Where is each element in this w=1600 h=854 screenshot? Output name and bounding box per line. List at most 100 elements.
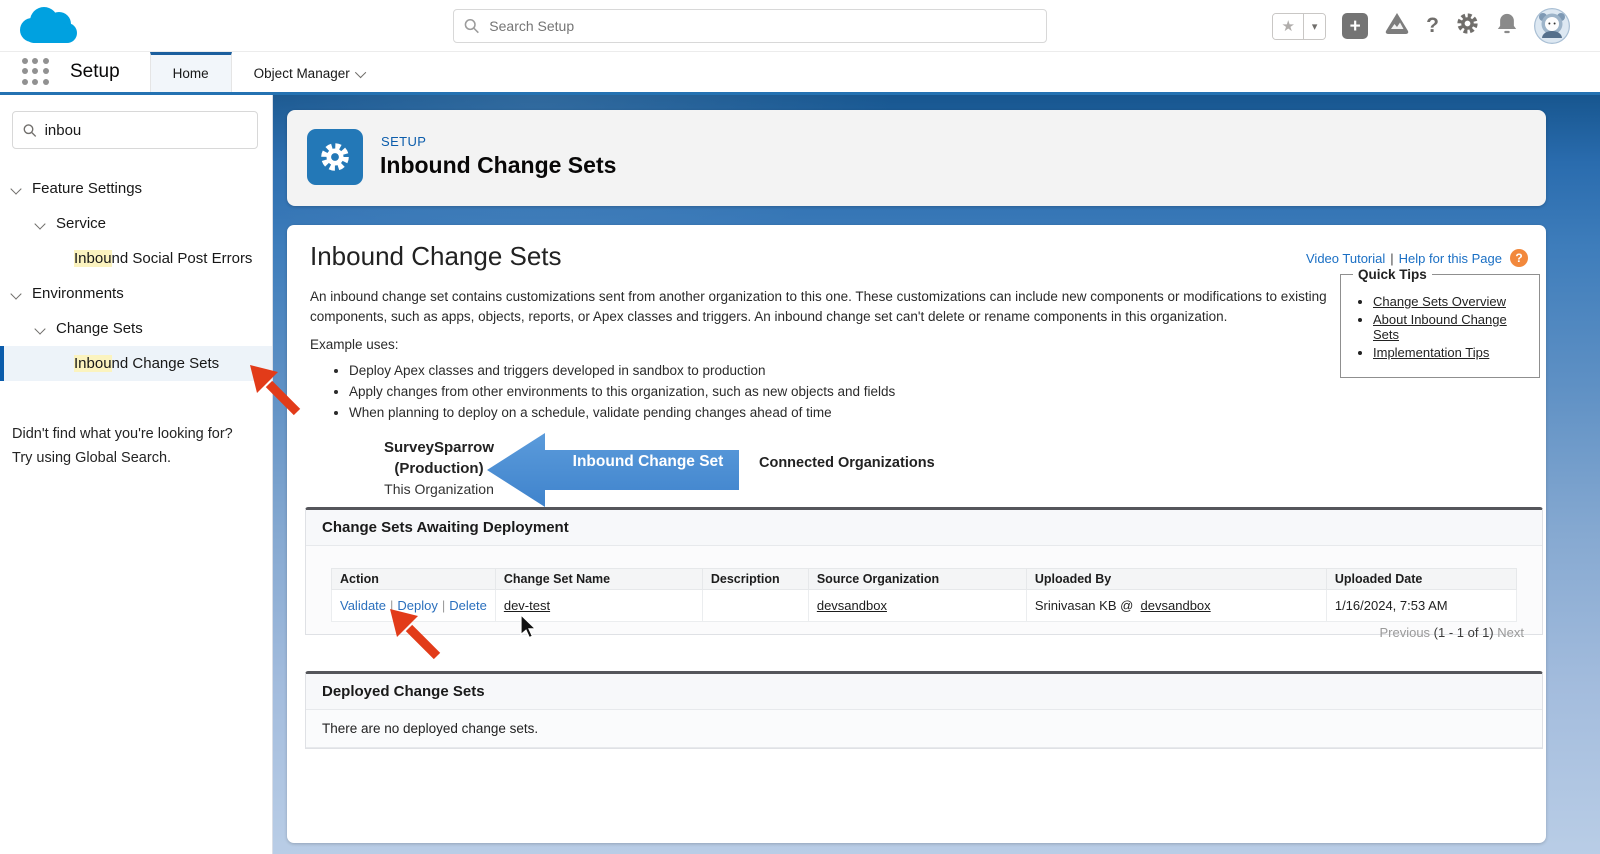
salesforce-logo-icon[interactable] <box>14 3 80 54</box>
pagination-range: (1 - 1 of 1) <box>1434 625 1494 640</box>
uploaded-date-cell: 1/16/2024, 7:53 AM <box>1326 590 1516 622</box>
tree-label: Environments <box>32 285 124 302</box>
inbound-diagram: SurveySparrow (Production) This Organiza… <box>287 423 1546 518</box>
list-item: Deploy Apex classes and triggers develop… <box>349 361 895 380</box>
tab-home-label: Home <box>173 66 209 81</box>
section-title: Inbound Change Sets <box>310 241 562 272</box>
global-search[interactable] <box>453 9 1047 43</box>
video-tutorial-link[interactable]: Video Tutorial <box>1306 251 1385 266</box>
about-inbound-change-sets-link[interactable]: About Inbound Change Sets <box>1373 312 1507 342</box>
tree-label: Inbound Change Sets <box>74 355 219 372</box>
search-icon <box>464 18 479 34</box>
change-set-name-link[interactable]: dev-test <box>504 598 550 613</box>
change-set-name-cell: dev-test <box>495 590 702 622</box>
quick-create-icon[interactable]: + <box>1342 13 1368 39</box>
next-link[interactable]: Next <box>1497 625 1524 640</box>
tree-label: Change Sets <box>56 320 143 337</box>
deployed-empty-message: There are no deployed change sets. <box>306 710 1542 748</box>
tree-label: Feature Settings <box>32 180 142 197</box>
sidebar-item-service[interactable]: Service <box>0 206 272 241</box>
connected-organizations-label: Connected Organizations <box>759 455 935 471</box>
deployed-section-title: Deployed Change Sets <box>306 674 1542 710</box>
col-action: Action <box>332 569 496 590</box>
user-avatar[interactable] <box>1534 8 1570 44</box>
action-cell: Validate|Deploy|Delete <box>332 590 496 622</box>
implementation-tips-link[interactable]: Implementation Tips <box>1373 345 1489 360</box>
intro-paragraph: An inbound change set contains customiza… <box>310 287 1328 328</box>
star-icon[interactable]: ★ <box>1273 14 1303 39</box>
help-for-this-page-link[interactable]: Help for this Page <box>1399 251 1502 266</box>
list-item: Change Sets Overview <box>1373 294 1529 309</box>
col-uploaded-date: Uploaded Date <box>1326 569 1516 590</box>
quick-tips-title: Quick Tips <box>1353 267 1432 282</box>
col-description: Description <box>702 569 808 590</box>
chevron-down-icon[interactable] <box>10 288 21 299</box>
previous-link[interactable]: Previous <box>1379 625 1430 640</box>
setup-nav-bar: Setup Home Object Manager <box>0 52 1600 95</box>
sidebar-item-environments[interactable]: Environments <box>0 276 272 311</box>
list-item: Implementation Tips <box>1373 345 1529 360</box>
page-title: Inbound Change Sets <box>380 152 616 179</box>
deploy-link[interactable]: Deploy <box>397 598 437 613</box>
guidance-center-icon[interactable] <box>1384 11 1410 42</box>
list-item: When planning to deploy on a schedule, v… <box>349 403 895 422</box>
sidebar-item-inbound-social-post-errors[interactable]: Inbound Social Post Errors <box>0 241 272 276</box>
tab-home[interactable]: Home <box>150 52 232 92</box>
sidebar-not-found-note: Didn't find what you're looking for? Try… <box>12 423 258 471</box>
setup-gear-icon[interactable] <box>1455 11 1480 41</box>
search-icon <box>23 123 37 138</box>
awaiting-section-body: Action Change Set Name Description Sourc… <box>306 546 1542 634</box>
header-icons: ★ ▾ + ? <box>1272 0 1570 52</box>
list-item: About Inbound Change Sets <box>1373 312 1529 342</box>
sidebar-item-feature-settings[interactable]: Feature Settings <box>0 171 272 206</box>
source-organization-cell: devsandbox <box>808 590 1026 622</box>
setup-gear-tile-icon <box>307 129 363 185</box>
help-links: Video Tutorial | Help for this Page ? <box>1306 249 1528 267</box>
tree-label: Service <box>56 215 106 232</box>
help-icon[interactable]: ? <box>1426 14 1439 38</box>
setup-eyebrow: SETUP <box>381 134 426 149</box>
help-question-badge-icon[interactable]: ? <box>1510 249 1528 267</box>
table-header-row: Action Change Set Name Description Sourc… <box>332 569 1517 590</box>
content-area: SETUP Inbound Change Sets Inbound Change… <box>273 95 1600 854</box>
global-header: ★ ▾ + ? <box>0 0 1600 52</box>
tree-label: Inbound Social Post Errors <box>74 250 252 267</box>
awaiting-deployment-section: Change Sets Awaiting Deployment Action C… <box>305 507 1543 635</box>
sidebar-search-input[interactable] <box>45 122 247 139</box>
col-source-organization: Source Organization <box>808 569 1026 590</box>
link-separator: | <box>1390 251 1393 266</box>
chevron-down-icon[interactable] <box>10 183 21 194</box>
delete-link[interactable]: Delete <box>449 598 487 613</box>
awaiting-section-title: Change Sets Awaiting Deployment <box>306 510 1542 546</box>
uploaded-by-org-link[interactable]: devsandbox <box>1141 598 1211 613</box>
chevron-down-icon <box>355 66 366 77</box>
setup-sidebar: Feature Settings Service Inbound Social … <box>0 95 273 854</box>
col-change-set-name: Change Set Name <box>495 569 702 590</box>
quick-tips-box: Quick Tips Change Sets Overview About In… <box>1340 267 1540 378</box>
salesforce-setup-app: ★ ▾ + ? <box>0 0 1600 854</box>
page-header-card: SETUP Inbound Change Sets <box>287 110 1546 206</box>
example-uses-label: Example uses: <box>310 337 399 352</box>
sidebar-search[interactable] <box>12 111 258 149</box>
main-card: Inbound Change Sets Video Tutorial | Hel… <box>287 225 1546 843</box>
chevron-down-icon[interactable] <box>34 218 45 229</box>
example-uses-list: Deploy Apex classes and triggers develop… <box>349 361 895 424</box>
deployed-change-sets-section: Deployed Change Sets There are no deploy… <box>305 671 1543 749</box>
tab-object-manager[interactable]: Object Manager <box>232 52 388 92</box>
sidebar-item-change-sets[interactable]: Change Sets <box>0 311 272 346</box>
favorites-caret-icon[interactable]: ▾ <box>1303 14 1325 39</box>
app-launcher-icon[interactable] <box>22 58 50 86</box>
nav-tabs: Home Object Manager <box>150 52 388 92</box>
table-row: Validate|Deploy|Delete dev-test devsandb… <box>332 590 1517 622</box>
validate-link[interactable]: Validate <box>340 598 386 613</box>
inbound-change-set-label: Inbound Change Set <box>557 453 739 471</box>
sidebar-item-inbound-change-sets[interactable]: Inbound Change Sets <box>0 346 272 381</box>
source-organization-link[interactable]: devsandbox <box>817 598 887 613</box>
bell-icon[interactable] <box>1496 12 1518 41</box>
global-search-input[interactable] <box>489 18 1036 34</box>
chevron-down-icon[interactable] <box>34 323 45 334</box>
change-sets-overview-link[interactable]: Change Sets Overview <box>1373 294 1506 309</box>
change-sets-table: Action Change Set Name Description Sourc… <box>331 568 1517 622</box>
description-cell <box>702 590 808 622</box>
favorites-control[interactable]: ★ ▾ <box>1272 13 1326 40</box>
